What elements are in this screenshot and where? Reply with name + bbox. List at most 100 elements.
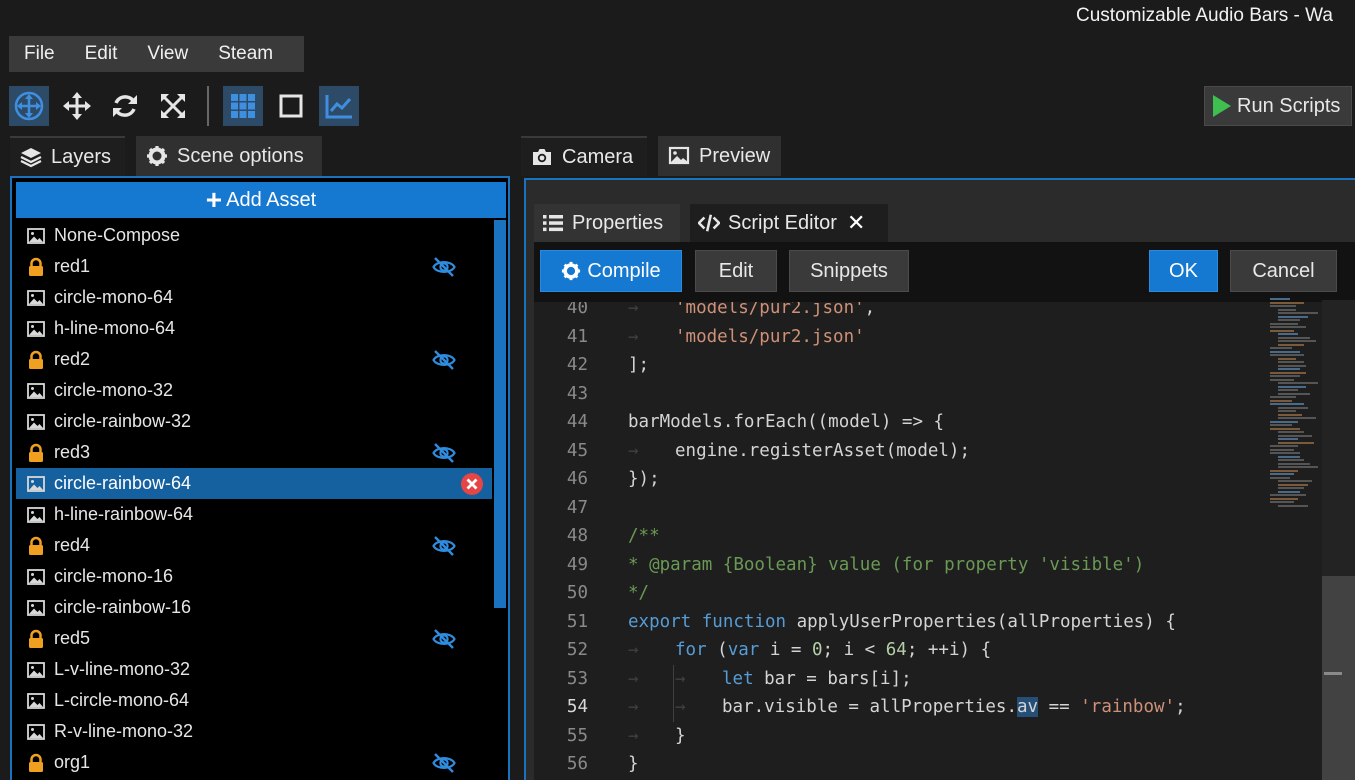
minimap-line [1278,417,1316,419]
lock-icon [26,257,46,277]
code-line[interactable]: 43 [534,380,1324,408]
lock-icon [26,350,46,370]
scale-button[interactable] [153,86,193,126]
layer-row[interactable]: red4 [16,530,492,561]
eye-off-icon[interactable] [432,534,456,558]
tab-properties[interactable]: Properties [534,204,680,242]
indent-arrow: → [628,697,639,717]
code-line[interactable]: 40 'models/pur2.json', → [534,302,1324,322]
run-scripts-button[interactable]: Run Scripts [1204,86,1352,126]
code-line[interactable]: 44 barModels.forEach((model) => { [534,408,1324,436]
code-text: }); [628,469,660,489]
minimap-line [1270,497,1298,500]
layer-row[interactable]: R-v-line-mono-32 [16,716,492,747]
code-line[interactable]: 41 'models/pur2.json' → [534,323,1324,351]
line-number: 45 [566,440,588,461]
eye-off-icon[interactable] [432,627,456,651]
compile-button[interactable]: Compile [540,250,682,292]
tab-scene-options[interactable]: Scene options [136,136,322,176]
edit-button[interactable]: Edit [695,250,777,292]
layer-row[interactable]: h-line-mono-64 [16,313,492,344]
layer-name: h-line-mono-64 [54,318,176,338]
code-line[interactable]: 51 export function applyUserProperties(al… [534,608,1324,636]
layer-row[interactable]: red5 [16,623,492,654]
code-icon [698,214,720,232]
code-editor[interactable]: 40 'models/pur2.json', → 41 'models/pur2.jso… [534,302,1324,780]
title-bar: Customizable Audio Bars - Wa [0,0,1355,32]
menu-edit[interactable]: Edit [70,36,133,72]
tab-layers[interactable]: Layers [10,136,125,176]
chart-button[interactable] [319,86,359,126]
lock-icon [26,536,46,556]
code-line[interactable]: 42]; [534,351,1324,379]
code-text: ]; [628,355,650,375]
code-line[interactable]: 45 engine.registerAsset(model); → [534,437,1324,465]
code-line[interactable]: 55} → [534,722,1324,750]
cancel-button[interactable]: Cancel [1230,250,1337,292]
line-number: 46 [566,469,588,489]
menu-file[interactable]: File [9,36,70,72]
layer-row[interactable]: circle-mono-16 [16,561,492,592]
eye-off-icon[interactable] [432,441,456,465]
close-icon[interactable]: ✕ [847,212,865,234]
eye-off-icon[interactable] [432,348,456,372]
minimap-line [1278,364,1306,367]
grid-button[interactable] [223,86,263,126]
list-icon [543,215,563,232]
layer-row[interactable]: None-Compose [16,220,492,251]
layer-row[interactable]: red2 [16,344,492,375]
minimap-line [1270,326,1306,328]
layer-row[interactable]: red3 [16,437,492,468]
minimap-line [1278,389,1298,391]
layer-name: circle-mono-32 [54,380,174,400]
menu-view[interactable]: View [132,36,203,72]
layer-row[interactable]: red1 [16,251,492,282]
code-text: * @param {Boolean} value (for property '… [628,554,1145,575]
menu-steam[interactable]: Steam [203,36,288,72]
code-line[interactable]: 48 /** [534,522,1324,550]
play-icon [1213,95,1231,117]
code-scrollbar[interactable] [1322,300,1355,780]
layer-list-scroll-thumb[interactable] [494,220,506,608]
camera-icon [533,149,551,165]
crosshair-move-button[interactable] [9,86,49,126]
layer-row[interactable]: org1 [16,747,492,778]
eye-off-icon[interactable] [432,751,456,775]
code-line[interactable]: 49 * @param {Boolean} value (for property… [534,551,1324,579]
snippets-button[interactable]: Snippets [789,250,909,292]
code-line[interactable]: 56} [534,750,1324,778]
layer-row[interactable]: L-circle-mono-64 [16,685,492,716]
layer-row[interactable]: L-v-line-mono-32 [16,654,492,685]
line-number: 53 [566,668,588,689]
layer-row[interactable]: circle-rainbow-32 [16,406,492,437]
add-asset-button[interactable]: + Add Asset [16,182,506,218]
eye-off-icon[interactable] [432,255,456,279]
layer-row[interactable]: circle-rainbow-16 [16,592,492,623]
code-line[interactable]: 52 for (var i = 0; i < 64; ++i) {→ [534,636,1324,664]
tab-script-editor[interactable]: Script Editor ✕ [690,204,888,242]
code-line[interactable]: 47 [534,494,1324,522]
code-line[interactable]: 50 */ [534,579,1324,607]
minimap-line [1270,375,1300,377]
layer-row[interactable]: h-line-rainbow-64 [16,499,492,530]
tab-preview[interactable]: Preview [658,136,781,176]
code-text: export function applyUserProperties(allP… [628,611,1176,632]
code-line[interactable]: 53 let bar = bars[i]; → → [534,664,1324,693]
move-button[interactable] [57,86,97,126]
chart-icon [325,95,352,119]
delete-icon[interactable] [460,472,484,496]
layer-row[interactable]: circle-rainbow-64 [16,468,492,499]
code-line[interactable]: 54 bar.visible = allProperties.av == 'rai… [534,693,1324,722]
ok-button[interactable]: OK [1149,250,1218,292]
bounds-button[interactable] [271,86,311,126]
minimap-line [1278,308,1296,311]
code-minimap[interactable] [1266,298,1328,513]
tab-camera[interactable]: Camera [521,136,647,176]
code-line[interactable]: 46}); [534,465,1324,493]
code-scroll-thumb[interactable] [1322,576,1355,780]
rotate-button[interactable] [105,86,145,126]
layer-row[interactable]: circle-mono-64 [16,282,492,313]
layer-row[interactable]: circle-mono-32 [16,375,492,406]
code-text: */ [628,583,650,603]
toolbar [9,84,367,128]
